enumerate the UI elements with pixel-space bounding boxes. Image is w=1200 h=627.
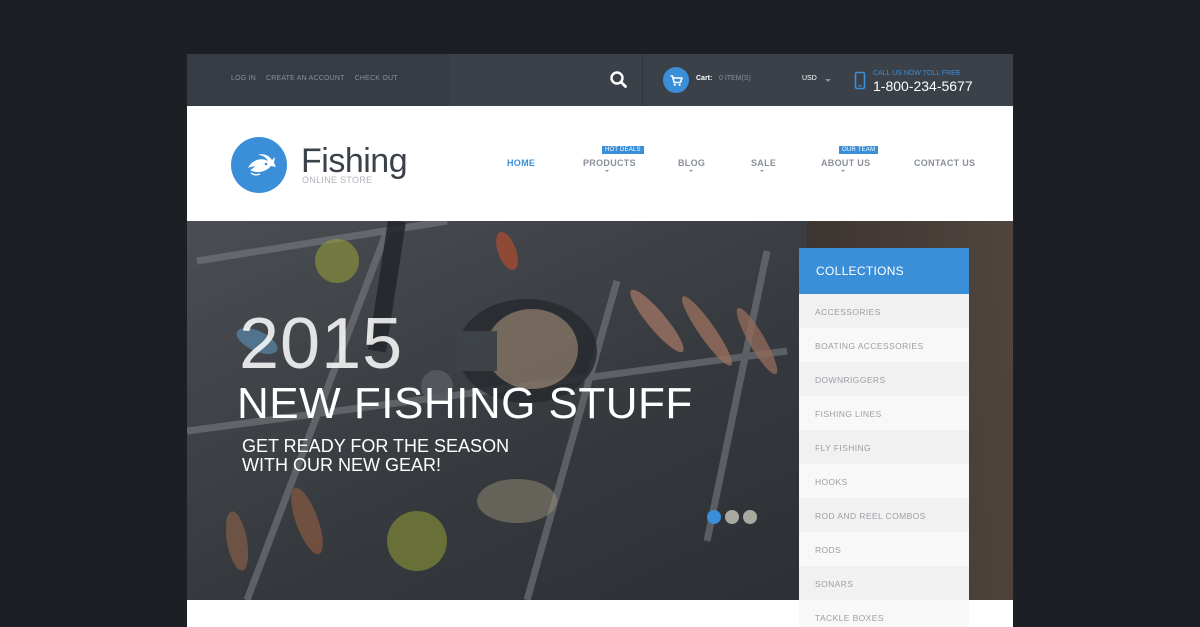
site-header: Fishing ONLINE STORE HOME HOT DEALS PROD… bbox=[187, 106, 1013, 221]
collection-hooks[interactable]: HOOKS bbox=[799, 464, 969, 498]
cart-item-count[interactable]: 0 ITEM(S) bbox=[719, 75, 751, 82]
slider-dot-2[interactable] bbox=[725, 510, 739, 524]
cart-icon[interactable] bbox=[663, 67, 689, 93]
phone-icon bbox=[853, 71, 867, 91]
hero-subtitle: GET READY FOR THE SEASON WITH OUR NEW GE… bbox=[242, 436, 510, 475]
caret-down-icon bbox=[841, 170, 845, 172]
nav-home[interactable]: HOME bbox=[507, 158, 535, 168]
top-bar: LOG IN CREATE AN ACCOUNT CHECK OUT Cart:… bbox=[187, 54, 1013, 106]
phone-number[interactable]: 1-800-234-5677 bbox=[873, 78, 973, 94]
collection-accessories[interactable]: ACCESSORIES bbox=[799, 294, 969, 328]
collections-menu: COLLECTIONS ACCESSORIES BOATING ACCESSOR… bbox=[799, 248, 969, 627]
collection-rods[interactable]: RODS bbox=[799, 532, 969, 566]
hot-deals-badge: HOT DEALS bbox=[602, 146, 644, 154]
our-team-badge: OUR TEAM bbox=[839, 146, 879, 154]
account-links: LOG IN CREATE AN ACCOUNT CHECK OUT bbox=[231, 75, 398, 82]
caret-down-icon bbox=[760, 170, 764, 172]
nav-products[interactable]: PRODUCTS bbox=[583, 158, 636, 168]
collection-tackle-boxes[interactable]: TACKLE BOXES bbox=[799, 600, 969, 627]
nav-about-us[interactable]: ABOUT US bbox=[821, 158, 870, 168]
checkout-link[interactable]: CHECK OUT bbox=[355, 75, 398, 82]
collection-boating-accessories[interactable]: BOATING ACCESSORIES bbox=[799, 328, 969, 362]
hero-year: 2015 bbox=[239, 304, 404, 384]
caret-down-icon bbox=[605, 170, 609, 172]
currency-selector[interactable]: USD bbox=[802, 75, 817, 82]
collections-list: ACCESSORIES BOATING ACCESSORIES DOWNRIGG… bbox=[799, 294, 969, 627]
login-link[interactable]: LOG IN bbox=[231, 75, 256, 82]
top-bar-divider bbox=[642, 54, 643, 106]
site-container: LOG IN CREATE AN ACCOUNT CHECK OUT Cart:… bbox=[187, 54, 1013, 627]
collection-rod-and-reel-combos[interactable]: ROD AND REEL COMBOS bbox=[799, 498, 969, 532]
caret-down-icon[interactable] bbox=[825, 79, 831, 82]
slider-dot-3[interactable] bbox=[743, 510, 757, 524]
nav-sale[interactable]: SALE bbox=[751, 158, 776, 168]
slider-pagination bbox=[707, 510, 757, 524]
nav-blog[interactable]: BLOG bbox=[678, 158, 705, 168]
collections-heading: COLLECTIONS bbox=[799, 248, 969, 294]
nav-contact-us[interactable]: CONTACT US bbox=[914, 158, 975, 168]
hero-title: NEW FISHING STUFF bbox=[237, 379, 693, 428]
collection-fly-fishing[interactable]: FLY FISHING bbox=[799, 430, 969, 464]
cart-label[interactable]: Cart: bbox=[696, 75, 712, 82]
collection-downriggers[interactable]: DOWNRIGGERS bbox=[799, 362, 969, 396]
phone-caption: CALL US NOW TOLL FREE bbox=[873, 70, 961, 77]
collection-fishing-lines[interactable]: FISHING LINES bbox=[799, 396, 969, 430]
slider-dot-1[interactable] bbox=[707, 510, 721, 524]
main-nav: HOME HOT DEALS PRODUCTS BLOG SALE OUR TE… bbox=[187, 106, 1013, 221]
search-icon[interactable] bbox=[607, 68, 631, 92]
caret-down-icon bbox=[689, 170, 693, 172]
collection-sonars[interactable]: SONARS bbox=[799, 566, 969, 600]
create-account-link[interactable]: CREATE AN ACCOUNT bbox=[266, 75, 345, 82]
